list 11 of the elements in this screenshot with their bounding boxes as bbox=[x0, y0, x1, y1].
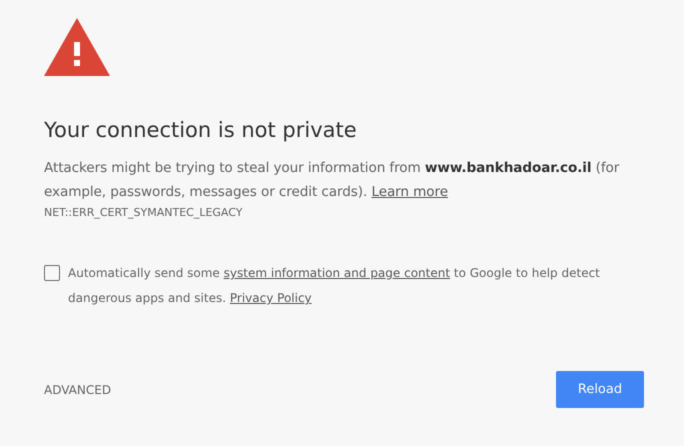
warning-message: Attackers might be trying to steal your information from www.bankhadoar.co.il (for example, passwords, messages or credit cards). Learn more bbox=[44, 159, 620, 202]
info-link[interactable]: Privacy Policy bbox=[230, 291, 312, 305]
report-checkbox[interactable] bbox=[44, 265, 60, 281]
learn-more-link[interactable]: Learn more bbox=[371, 184, 448, 200]
page-heading: Your connection is not private bbox=[44, 117, 357, 144]
error-code: NET::ERR_CERT_SYMANTEC_LEGACY bbox=[44, 206, 242, 219]
info-link[interactable]: system information and page content bbox=[224, 266, 450, 280]
warning-icon bbox=[44, 18, 110, 76]
advanced-button[interactable]: ADVANCED bbox=[44, 382, 112, 396]
report-consent-text: Automatically send some system information and page content to Google to help detect dangerous apps and sites. Privacy Policy bbox=[68, 265, 601, 307]
reload-button[interactable]: Reload bbox=[556, 371, 644, 408]
